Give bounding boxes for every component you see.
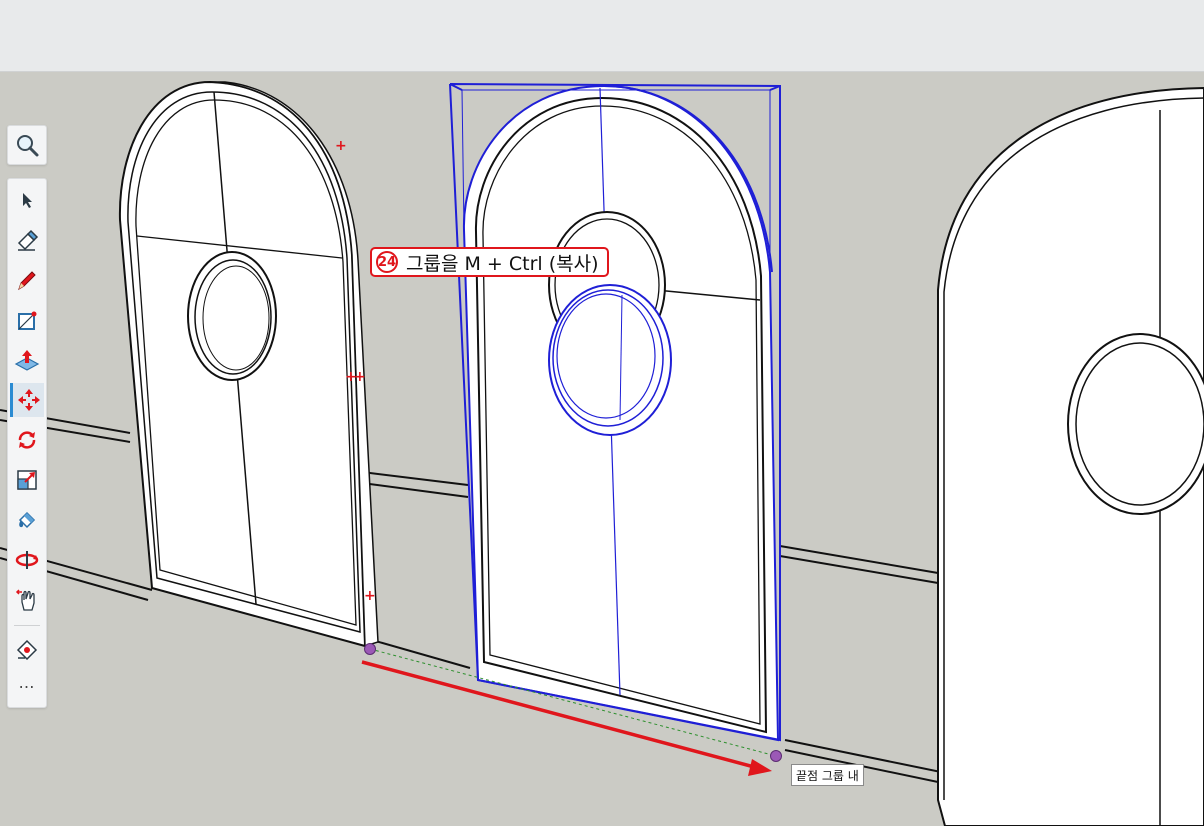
door-left[interactable] — [118, 80, 379, 648]
line-tool-button[interactable] — [10, 263, 44, 297]
rotate-icon — [18, 431, 36, 449]
toolbar-separator — [14, 625, 40, 626]
rectangle-icon — [18, 311, 37, 330]
search-panel — [7, 125, 47, 165]
scale-icon — [17, 470, 37, 490]
3d-scene[interactable]: + + + + — [0, 72, 1204, 826]
tape-measure-icon — [16, 639, 38, 660]
move-icon — [17, 389, 40, 411]
step-instruction-text: 그룹을 M + Ctrl (복사) — [406, 252, 599, 275]
eraser-tool-button[interactable] — [10, 223, 44, 257]
search-tool-button[interactable] — [10, 128, 44, 162]
rotate-tool-button[interactable] — [10, 423, 44, 457]
orbit-icon — [15, 551, 39, 569]
end-endpoint-marker — [770, 750, 782, 762]
step-callout: 24 그룹을 M + Ctrl (복사) — [370, 247, 609, 277]
move-tool-button[interactable] — [10, 383, 44, 417]
top-toolbar-area — [0, 0, 1204, 72]
select-tool-button[interactable] — [10, 183, 44, 217]
inference-tooltip: 끝점 그룹 내 — [791, 764, 864, 786]
paint-bucket-icon — [18, 511, 36, 529]
more-tools-icon[interactable]: ⋯ — [8, 677, 46, 697]
modeling-viewport[interactable]: + + + + — [0, 72, 1204, 826]
push-pull-tool-button[interactable] — [10, 343, 44, 377]
rectangle-tool-button[interactable] — [10, 303, 44, 337]
door-right[interactable] — [937, 86, 1204, 826]
pencil-icon — [18, 271, 36, 291]
svg-text:+: + — [354, 369, 366, 385]
scale-tool-button[interactable] — [10, 463, 44, 497]
paint-bucket-tool-button[interactable] — [10, 503, 44, 537]
step-number-badge: 24 — [376, 251, 398, 273]
eraser-icon — [17, 229, 39, 251]
svg-text:+: + — [364, 588, 376, 604]
start-endpoint-marker — [364, 643, 376, 655]
pan-tool-button[interactable] — [10, 583, 44, 617]
tape-measure-tool-button[interactable] — [10, 631, 44, 665]
tools-panel: ⋯ — [7, 178, 47, 708]
door-copy-selected[interactable] — [449, 83, 781, 742]
magnifier-icon — [17, 135, 39, 157]
orbit-tool-button[interactable] — [10, 543, 44, 577]
pan-hand-icon — [15, 589, 35, 611]
svg-text:+: + — [335, 138, 347, 154]
push-pull-icon — [14, 350, 40, 371]
select-arrow-icon — [23, 193, 32, 208]
